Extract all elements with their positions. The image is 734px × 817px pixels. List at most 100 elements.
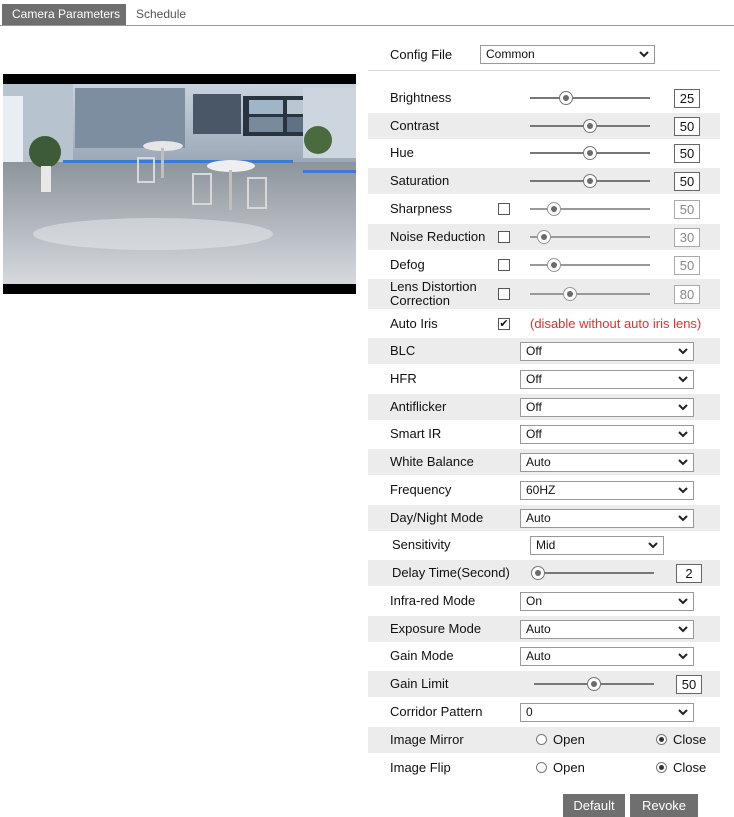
- checkmark-icon: ✔: [499, 318, 509, 330]
- saturation-value[interactable]: 50: [674, 172, 700, 191]
- defog-value[interactable]: 50: [674, 256, 700, 275]
- live-video-preview: [3, 74, 356, 294]
- defog-row: Defog 50: [368, 252, 720, 278]
- radio-selected-icon: [656, 734, 667, 746]
- chevron-down-icon: [678, 376, 688, 383]
- lens-distortion-label-line2: Correction: [390, 293, 450, 308]
- slider-thumb[interactable]: [547, 202, 561, 216]
- saturation-slider[interactable]: [530, 174, 650, 188]
- noise-reduction-label: Noise Reduction: [390, 229, 486, 244]
- sharpness-value[interactable]: 50: [674, 200, 700, 219]
- infra-red-value: On: [526, 594, 543, 608]
- white-balance-row: White Balance Auto: [368, 449, 720, 475]
- gain-mode-select[interactable]: Auto: [520, 647, 694, 666]
- chevron-down-icon: [678, 431, 688, 438]
- image-flip-close-radio[interactable]: Close: [656, 755, 706, 781]
- slider-thumb[interactable]: [559, 91, 573, 105]
- auto-iris-checkbox[interactable]: ✔: [498, 318, 510, 330]
- chevron-down-icon: [678, 653, 688, 660]
- gain-mode-value: Auto: [526, 649, 551, 663]
- auto-iris-note: (disable without auto iris lens): [530, 316, 702, 331]
- sharpness-slider[interactable]: [530, 202, 650, 216]
- frequency-select[interactable]: 60HZ: [520, 481, 694, 500]
- defog-slider[interactable]: [530, 258, 650, 272]
- divider: [368, 70, 720, 71]
- noise-reduction-checkbox[interactable]: [498, 231, 510, 243]
- white-balance-select[interactable]: Auto: [520, 453, 694, 472]
- contrast-row: Contrast 50: [368, 113, 720, 139]
- slider-thumb[interactable]: [587, 677, 601, 691]
- image-mirror-close-radio[interactable]: Close: [656, 727, 706, 753]
- noise-reduction-value[interactable]: 30: [674, 228, 700, 247]
- auto-iris-row: Auto Iris ✔ (disable without auto iris l…: [368, 311, 720, 337]
- lens-distortion-checkbox[interactable]: [498, 288, 510, 300]
- hue-value[interactable]: 50: [674, 144, 700, 163]
- sharpness-checkbox[interactable]: [498, 203, 510, 215]
- hfr-value: Off: [526, 372, 542, 386]
- image-mirror-open-radio[interactable]: Open: [536, 727, 585, 753]
- delay-time-row: Delay Time(Second) 2: [368, 560, 720, 586]
- gain-mode-label: Gain Mode: [390, 648, 454, 663]
- slider-thumb[interactable]: [583, 119, 597, 133]
- infra-red-select[interactable]: On: [520, 592, 694, 611]
- chevron-down-icon: [678, 459, 688, 466]
- slider-thumb[interactable]: [562, 287, 577, 301]
- lens-distortion-slider[interactable]: [530, 287, 650, 301]
- frequency-value: 60HZ: [526, 483, 556, 497]
- slider-thumb[interactable]: [537, 230, 552, 244]
- sensitivity-select[interactable]: Mid: [530, 536, 664, 555]
- slider-thumb[interactable]: [583, 174, 597, 188]
- antiflicker-select[interactable]: Off: [520, 398, 694, 417]
- chevron-down-icon: [678, 348, 688, 355]
- hue-slider[interactable]: [530, 146, 650, 160]
- gain-limit-row: Gain Limit 50: [368, 671, 720, 697]
- delay-time-label: Delay Time(Second): [392, 565, 510, 580]
- contrast-label: Contrast: [390, 118, 440, 133]
- image-flip-open-radio[interactable]: Open: [536, 755, 585, 781]
- contrast-slider[interactable]: [530, 119, 650, 133]
- config-file-select[interactable]: Common: [480, 45, 655, 64]
- corridor-select[interactable]: 0: [520, 703, 694, 722]
- exposure-select[interactable]: Auto: [520, 620, 694, 639]
- tab-schedule[interactable]: Schedule: [126, 4, 197, 25]
- gain-limit-value[interactable]: 50: [676, 675, 702, 694]
- brightness-value[interactable]: 25: [674, 89, 700, 108]
- antiflicker-label: Antiflicker: [390, 399, 447, 414]
- auto-iris-label: Auto Iris: [390, 316, 438, 331]
- slider-thumb[interactable]: [583, 146, 597, 160]
- revoke-button[interactable]: Revoke: [630, 794, 698, 817]
- day-night-select[interactable]: Auto: [520, 509, 694, 528]
- brightness-slider[interactable]: [530, 91, 650, 105]
- image-mirror-close-label: Close: [673, 732, 707, 747]
- config-file-label: Config File: [390, 47, 453, 62]
- blc-value: Off: [526, 344, 542, 358]
- tab-bar: Camera Parameters Schedule: [0, 0, 734, 26]
- slider-thumb[interactable]: [530, 566, 545, 580]
- delay-time-slider[interactable]: [530, 566, 654, 580]
- saturation-label: Saturation: [390, 173, 450, 188]
- slider-thumb[interactable]: [547, 258, 561, 272]
- smart-ir-select[interactable]: Off: [520, 425, 694, 444]
- lens-distortion-value[interactable]: 80: [674, 285, 700, 304]
- radio-icon: [536, 734, 547, 746]
- lens-distortion-label-line1: Lens Distortion: [390, 279, 477, 294]
- noise-reduction-row: Noise Reduction 30: [368, 224, 720, 250]
- gain-mode-row: Gain Mode Auto: [368, 643, 720, 669]
- day-night-value: Auto: [526, 511, 551, 525]
- default-button[interactable]: Default: [563, 794, 625, 817]
- contrast-value[interactable]: 50: [674, 117, 700, 136]
- gain-limit-slider[interactable]: [534, 677, 654, 691]
- hue-row: Hue 50: [368, 140, 720, 166]
- tab-camera-parameters[interactable]: Camera Parameters: [2, 4, 131, 25]
- white-balance-value: Auto: [526, 455, 551, 469]
- white-balance-label: White Balance: [390, 454, 474, 469]
- smart-ir-value: Off: [526, 427, 542, 441]
- defog-checkbox[interactable]: [498, 259, 510, 271]
- hfr-label: HFR: [390, 371, 417, 386]
- noise-reduction-slider[interactable]: [530, 230, 650, 244]
- blc-select[interactable]: Off: [520, 342, 694, 361]
- delay-time-value[interactable]: 2: [676, 564, 702, 583]
- chevron-down-icon: [678, 626, 688, 633]
- chevron-down-icon: [678, 515, 688, 522]
- hfr-select[interactable]: Off: [520, 370, 694, 389]
